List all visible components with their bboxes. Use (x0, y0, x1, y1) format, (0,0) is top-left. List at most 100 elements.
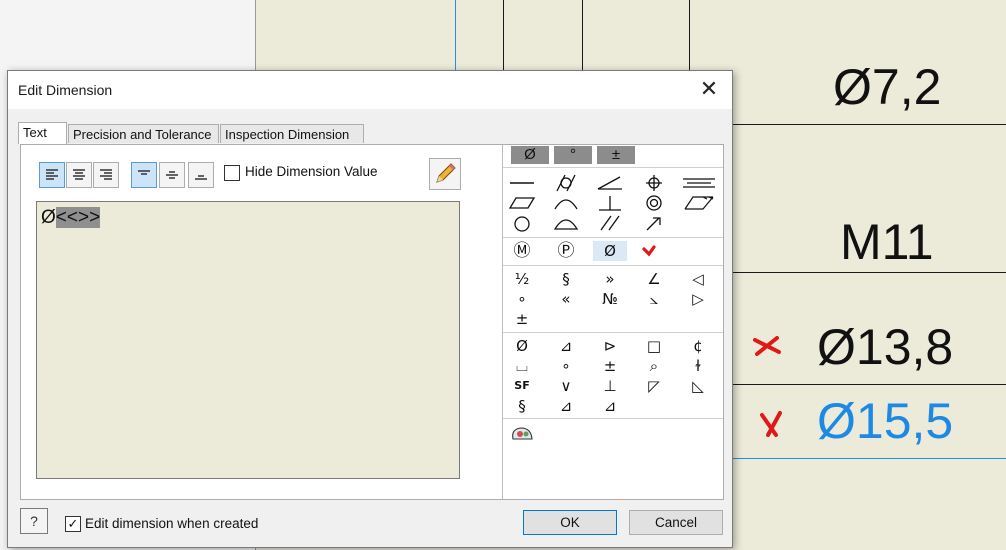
symbol-item[interactable]: ⅟₂ (505, 269, 539, 289)
table-line (732, 124, 1006, 125)
symbol-item[interactable]: ◸ (637, 376, 671, 396)
dimension-value-token[interactable]: <<>> (55, 207, 101, 228)
table-line (689, 0, 690, 70)
symbol-item[interactable]: Ø (505, 336, 539, 356)
symbol-item[interactable]: ◁ (681, 269, 715, 289)
symbol-item[interactable]: ± (505, 309, 539, 329)
symbol-library-panel: Ø ° ± Ⓜ Ⓟ Ø ⅟₂ § » ∠ ◁ ∘ « № ⦣ ▷ ± Ø ⊿ ⊳… (502, 145, 723, 499)
align-left-icon (46, 169, 58, 180)
symbol-item[interactable]: ɫ (681, 356, 715, 376)
symbol-item[interactable]: ∨ (549, 376, 583, 396)
symbol-item[interactable]: SF (505, 376, 539, 396)
edit-text-button[interactable] (429, 158, 461, 190)
align-right-button[interactable] (93, 162, 119, 188)
mmc-symbol[interactable]: Ⓜ (505, 241, 539, 261)
diameter-prefix: Ø (41, 207, 56, 228)
dimension-text-editor[interactable]: Ø<<>> (36, 201, 460, 479)
symbol-tab-plus-minus[interactable]: ± (597, 146, 635, 164)
symbol-tab-diameter[interactable]: Ø (511, 146, 549, 164)
symbol-item[interactable]: ⊳ (593, 336, 627, 356)
weld-symbol-icon[interactable] (505, 423, 539, 443)
symbol-tab-degree[interactable]: ° (554, 146, 592, 164)
symbol-item[interactable]: ⊥ (593, 376, 627, 396)
separator (503, 167, 723, 168)
red-check-mark (642, 245, 656, 257)
position-icon[interactable] (637, 173, 671, 193)
hide-dimension-checkbox[interactable] (224, 165, 240, 181)
pencil-icon (436, 163, 456, 183)
angularity-icon[interactable] (593, 173, 627, 193)
separator (503, 332, 723, 333)
dimension-value[interactable]: Ø13,8 (817, 322, 953, 372)
symbol-item[interactable]: ⌕ (637, 356, 671, 376)
symbol-item[interactable]: § (549, 269, 583, 289)
parallelism-icon[interactable] (593, 213, 627, 233)
projected-tolerance-symbol[interactable]: Ⓟ (549, 241, 583, 261)
symbol-item[interactable]: ¢ (681, 336, 715, 356)
table-line (732, 384, 1006, 385)
symbol-item[interactable]: □ (637, 336, 671, 356)
close-button[interactable]: ✕ (686, 71, 732, 109)
editor-text-line: Ø<<>> (41, 207, 101, 229)
tab-inspection-dimension[interactable]: Inspection Dimension (220, 124, 364, 143)
profile-surface-icon[interactable] (549, 213, 583, 233)
table-line (732, 272, 1006, 273)
symbol-item[interactable]: » (593, 269, 627, 289)
circularity-icon[interactable] (505, 213, 539, 233)
symbol-item[interactable]: № (593, 289, 627, 309)
concentricity-icon[interactable] (637, 193, 671, 213)
align-middle-icon (166, 171, 178, 179)
dimension-value-selected[interactable]: Ø15,5 (817, 396, 953, 446)
separator (503, 237, 723, 238)
symbol-item[interactable]: ⊿ (549, 336, 583, 356)
perpendicularity-icon[interactable] (593, 193, 627, 213)
edit-when-created-checkbox[interactable]: ✓ (65, 516, 81, 532)
selection-line (455, 0, 456, 70)
symbol-item[interactable]: § (505, 396, 539, 416)
red-cross-mark (753, 336, 781, 356)
ok-button[interactable]: OK (523, 510, 617, 535)
separator (503, 418, 723, 419)
help-button[interactable]: ? (20, 508, 48, 534)
align-top-button[interactable] (131, 162, 157, 188)
hide-dimension-label: Hide Dimension Value (245, 164, 378, 179)
symbol-item[interactable]: « (549, 289, 583, 309)
flatness-icon[interactable] (505, 193, 539, 213)
symbol-item[interactable]: ⌴ (505, 356, 539, 376)
symbol-item[interactable]: ± (593, 356, 627, 376)
profile-line-icon[interactable] (549, 193, 583, 213)
symbol-item[interactable]: ∘ (549, 356, 583, 376)
straightness-icon[interactable] (505, 173, 539, 193)
align-left-button[interactable] (39, 162, 65, 188)
dimension-value[interactable]: Ø7,2 (833, 62, 941, 112)
dialog-title: Edit Dimension (18, 82, 113, 98)
align-right-icon (100, 169, 112, 180)
selection-line (732, 458, 1006, 459)
table-line (582, 0, 583, 70)
symbol-item[interactable]: ⊿ (549, 396, 583, 416)
tab-precision-tolerance[interactable]: Precision and Tolerance (68, 124, 219, 143)
symbol-item[interactable]: ∘ (505, 289, 539, 309)
diameter-symbol[interactable]: Ø (593, 241, 627, 261)
text-tab-panel: Hide Dimension Value Ø<<>> Ø ° ± Ⓜ Ⓟ Ø ⅟… (20, 144, 724, 500)
title-bar[interactable]: Edit Dimension ✕ (8, 71, 732, 109)
symmetry-icon[interactable] (681, 173, 715, 193)
align-middle-button[interactable] (159, 162, 185, 188)
align-center-button[interactable] (66, 162, 92, 188)
align-bottom-button[interactable] (188, 162, 214, 188)
cylindricity-icon[interactable] (549, 173, 583, 193)
symbol-item[interactable]: ⊿ (593, 396, 627, 416)
align-center-icon (73, 169, 85, 180)
circular-runout-icon[interactable] (637, 213, 671, 233)
symbol-item[interactable]: ⦣ (637, 289, 671, 309)
align-bottom-icon (195, 175, 207, 180)
cancel-button[interactable]: Cancel (629, 510, 723, 535)
total-runout-icon[interactable] (681, 193, 715, 213)
red-cross-mark (760, 411, 782, 437)
symbol-item[interactable]: ▷ (681, 289, 715, 309)
symbol-item[interactable]: ∠ (637, 269, 671, 289)
tab-text[interactable]: Text (18, 122, 67, 144)
dimension-value[interactable]: M11 (840, 217, 934, 267)
symbol-item[interactable]: ◺ (681, 376, 715, 396)
separator (503, 265, 723, 266)
